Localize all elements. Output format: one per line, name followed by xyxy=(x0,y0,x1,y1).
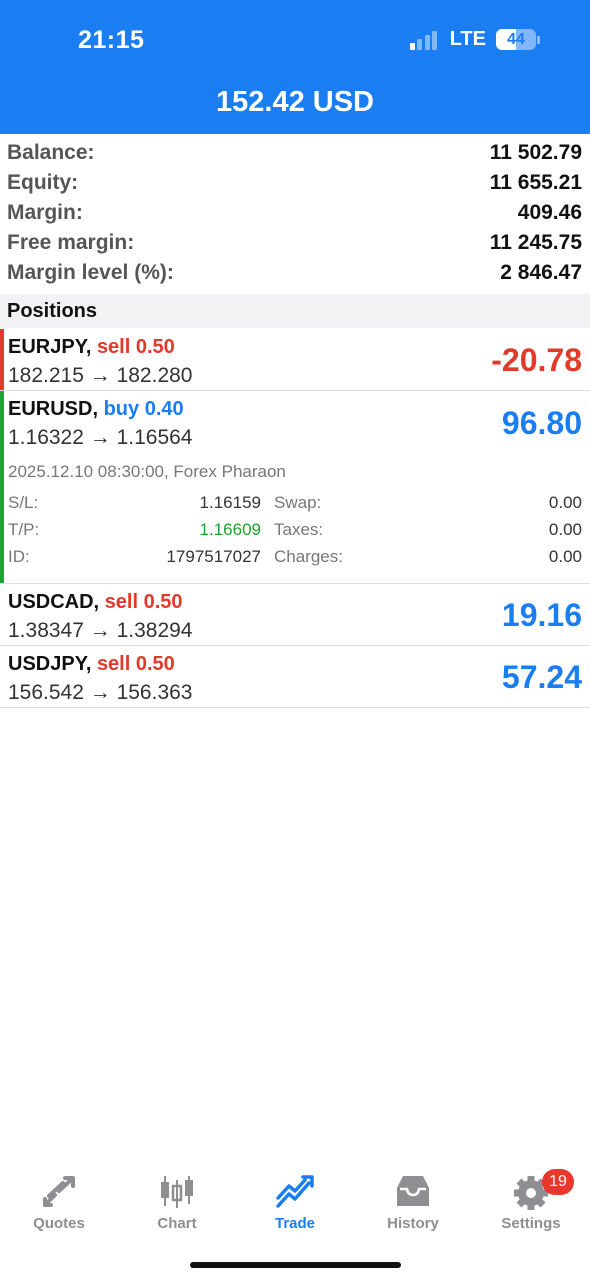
position-prices: 182.215 → 182.280 xyxy=(8,364,193,387)
tab-label: Quotes xyxy=(33,1215,85,1232)
status-time: 21:15 xyxy=(78,26,145,54)
sl-label: S/L: xyxy=(8,493,39,512)
notification-badge: 19 xyxy=(542,1169,574,1195)
position-direction: buy 0.40 xyxy=(103,398,184,420)
detail-row-id-charges: ID: 1797517027 Charges: 0.00 xyxy=(8,543,582,570)
bottom-tab-bar: Quotes Chart Trade History 19 Settings xyxy=(0,1168,590,1238)
position-side-bar xyxy=(0,391,4,583)
taxes-value: 0.00 xyxy=(548,520,582,539)
tab-trade[interactable]: Trade xyxy=(236,1168,354,1234)
summary-value: 11 245.75 xyxy=(489,231,582,254)
top-header: 21:15 LTE 44 152.42 USD xyxy=(0,0,590,134)
inbox-tray-icon xyxy=(397,1176,429,1206)
candlestick-icon xyxy=(161,1176,193,1208)
summary-value: 11 655.21 xyxy=(489,171,582,194)
id-value: 1797517027 xyxy=(166,547,261,566)
position-profit: 19.16 xyxy=(501,597,582,633)
summary-label: Balance: xyxy=(7,141,95,164)
detail-row-sl-swap: S/L: 1.16159 Swap: 0.00 xyxy=(8,489,582,516)
tp-label: T/P: xyxy=(8,520,40,539)
tab-label: History xyxy=(387,1215,439,1232)
position-prices: 1.16322 → 1.16564 xyxy=(8,426,193,449)
summary-value: 11 502.79 xyxy=(489,141,582,164)
charges-value: 0.00 xyxy=(548,547,582,566)
summary-row-margin-level: Margin level (%): 2 846.47 xyxy=(0,258,590,288)
summary-row-margin: Margin: 409.46 xyxy=(0,198,590,228)
position-direction: sell 0.50 xyxy=(104,591,183,613)
swap-value: 0.00 xyxy=(548,493,582,512)
swap-label: Swap: xyxy=(274,493,322,512)
sl-value: 1.16159 xyxy=(199,493,261,512)
tab-chart[interactable]: Chart xyxy=(118,1168,236,1234)
position-direction: sell 0.50 xyxy=(96,336,175,358)
tab-history[interactable]: History xyxy=(354,1168,472,1234)
summary-row-free-margin: Free margin: 11 245.75 xyxy=(0,228,590,258)
detail-row-tp-taxes: T/P: 1.16609 Taxes: 0.00 xyxy=(8,516,582,543)
home-indicator xyxy=(190,1262,401,1268)
position-profit: -20.78 xyxy=(491,342,582,378)
summary-value: 2 846.47 xyxy=(500,261,582,284)
tab-label: Settings xyxy=(501,1215,561,1232)
position-symbol: EURUSD, buy 0.40 xyxy=(8,398,184,420)
quotes-arrows-icon xyxy=(43,1176,75,1207)
summary-label: Margin level (%): xyxy=(7,261,174,284)
id-label: ID: xyxy=(8,547,30,566)
summary-value: 409.46 xyxy=(517,201,582,224)
position-symbol: USDJPY, sell 0.50 xyxy=(8,653,175,675)
status-indicators: LTE 44 xyxy=(409,28,540,51)
tab-label: Chart xyxy=(157,1215,197,1232)
summary-row-balance: Balance: 11 502.79 xyxy=(0,138,590,168)
battery-icon: 44 xyxy=(496,29,536,50)
battery-level: 44 xyxy=(507,31,525,48)
network-type: LTE xyxy=(449,28,486,50)
position-row-usdcad[interactable]: USDCAD, sell 0.50 1.38347 → 1.38294 19.1… xyxy=(0,584,590,646)
tab-quotes[interactable]: Quotes xyxy=(0,1168,118,1234)
position-prices: 1.38347 → 1.38294 xyxy=(8,619,193,642)
position-side-bar xyxy=(0,329,4,390)
summary-row-equity: Equity: 11 655.21 xyxy=(0,168,590,198)
account-summary: Balance: 11 502.79 Equity: 11 655.21 Mar… xyxy=(0,138,590,288)
signal-strength-icon xyxy=(409,30,440,50)
summary-label: Free margin: xyxy=(7,231,135,254)
tp-value: 1.16609 xyxy=(199,520,261,539)
position-symbol: USDCAD, sell 0.50 xyxy=(8,591,183,613)
position-open-time: 2025.12.10 08:30:00, Forex Pharaon xyxy=(8,462,286,481)
taxes-label: Taxes: xyxy=(274,520,324,539)
position-direction: sell 0.50 xyxy=(96,653,175,675)
position-profit: 57.24 xyxy=(501,659,582,695)
position-row-eurusd[interactable]: EURUSD, buy 0.40 1.16322 → 1.16564 96.80… xyxy=(0,391,590,584)
position-symbol: EURJPY, sell 0.50 xyxy=(8,336,175,358)
summary-label: Equity: xyxy=(7,171,79,194)
position-details: 2025.12.10 08:30:00, Forex Pharaon S/L: … xyxy=(8,461,582,570)
position-prices: 156.542 → 156.363 xyxy=(8,681,193,704)
tab-settings[interactable]: 19 Settings xyxy=(472,1168,590,1234)
charges-label: Charges: xyxy=(274,547,343,566)
positions-section-header: Positions xyxy=(0,294,590,328)
position-profit: 96.80 xyxy=(501,405,582,441)
position-row-eurjpy[interactable]: EURJPY, sell 0.50 182.215 → 182.280 -20.… xyxy=(0,329,590,391)
position-row-usdjpy[interactable]: USDJPY, sell 0.50 156.542 → 156.363 57.2… xyxy=(0,646,590,708)
tab-label: Trade xyxy=(274,1215,316,1232)
trade-trend-icon xyxy=(276,1175,314,1208)
summary-label: Margin: xyxy=(7,201,83,224)
page-title: 152.42 USD xyxy=(216,86,374,118)
